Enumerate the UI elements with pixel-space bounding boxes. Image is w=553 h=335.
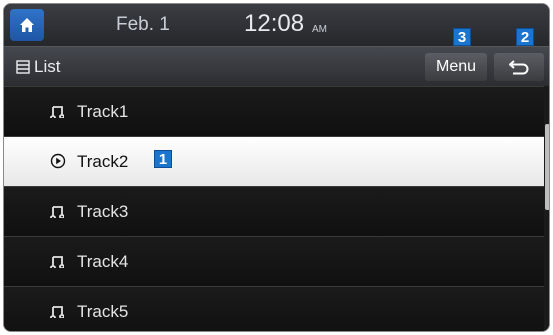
track-label: Track3 xyxy=(77,202,129,221)
back-button[interactable] xyxy=(494,53,544,81)
toolbar: List Menu xyxy=(4,46,549,86)
list-item[interactable]: Track4 xyxy=(4,236,544,286)
time-display: 12:08 xyxy=(244,10,305,37)
scrollbar-thumb[interactable] xyxy=(545,124,549,210)
track-label: Track4 xyxy=(77,252,129,271)
callout-track-selected: 1 xyxy=(154,150,172,168)
music-note-icon xyxy=(50,203,65,223)
callout-back: 2 xyxy=(516,28,534,46)
list-item-selected[interactable]: Track2 xyxy=(4,136,544,186)
list-icon xyxy=(16,59,30,79)
list-item[interactable]: Track1 xyxy=(4,86,544,136)
scrollbar[interactable] xyxy=(544,86,549,331)
menu-button[interactable]: Menu xyxy=(425,53,487,81)
music-note-icon xyxy=(50,103,65,123)
back-arrow-icon xyxy=(509,60,529,75)
callout-menu: 3 xyxy=(453,28,471,46)
ampm-indicator: AM xyxy=(312,24,327,35)
track-list: Track1 Track2 Track3 Track4 Track5 xyxy=(4,86,544,331)
list-title-label: List xyxy=(34,57,61,76)
music-note-icon xyxy=(50,253,65,273)
list-item[interactable]: Track3 xyxy=(4,186,544,236)
list-item[interactable]: Track5 xyxy=(4,286,544,331)
play-circle-icon xyxy=(50,153,66,174)
track-label: Track1 xyxy=(77,102,129,121)
list-title: List xyxy=(16,57,60,79)
music-note-icon xyxy=(50,303,65,323)
media-screen: Feb. 1 12:08 AM List Menu Track1 Track2 … xyxy=(3,3,550,332)
track-label: Track2 xyxy=(77,152,129,171)
track-label: Track5 xyxy=(77,302,129,321)
home-icon xyxy=(20,18,34,32)
date-display: Feb. 1 xyxy=(116,14,170,35)
home-button[interactable] xyxy=(10,9,44,41)
